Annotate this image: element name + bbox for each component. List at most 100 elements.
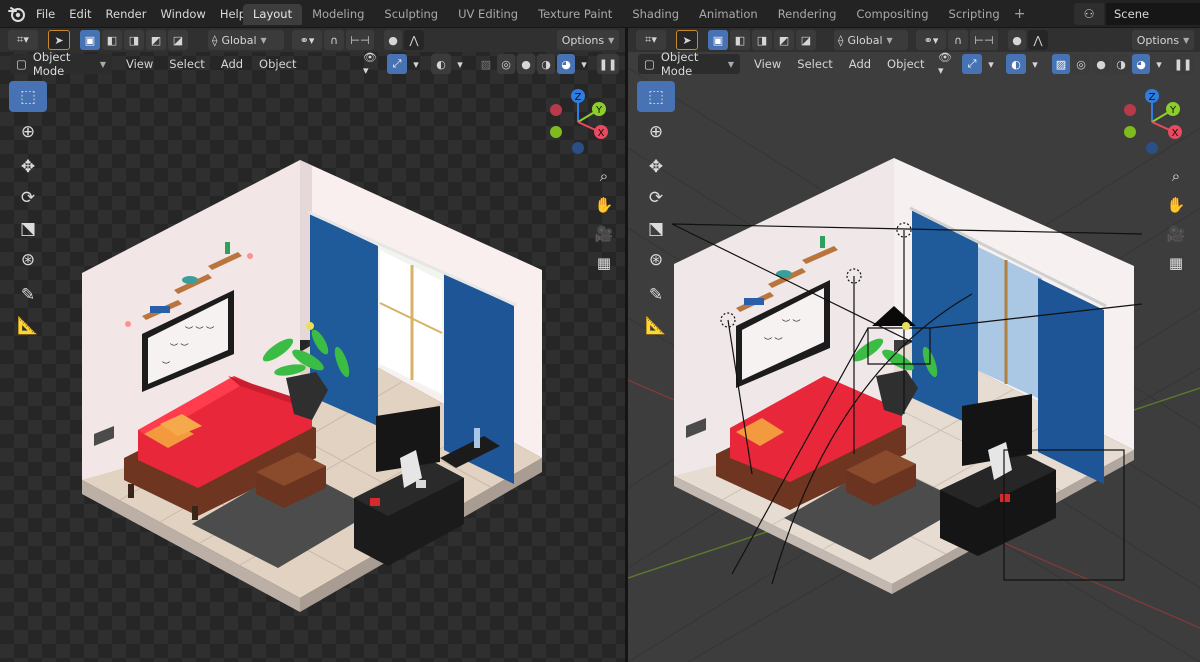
annotate-icon[interactable]: ✎ <box>637 279 675 310</box>
select-box-icon[interactable]: ⬚ <box>9 81 47 112</box>
wireframe-shading-icon[interactable]: ◎ <box>1072 54 1090 74</box>
viewport-solid[interactable]: ⌗▾ ➤ ▣ ◧ ◨ ◩ ◪ ⟠ Global ▼ ⚭▾ ∩ ⊢⊣ ● ⋀ Op… <box>628 28 1200 662</box>
menu-file[interactable]: File <box>34 7 62 21</box>
material-shading-icon[interactable]: ◑ <box>537 54 555 74</box>
hand-icon[interactable]: ✋ <box>1162 190 1190 219</box>
snap-target-icon[interactable]: ⊢⊣ <box>346 30 374 50</box>
tab-layout[interactable]: Layout <box>243 4 303 25</box>
overlays-icon[interactable]: ◐ <box>431 54 451 74</box>
select-tool-icon[interactable]: ➤ <box>48 30 70 50</box>
select-tool-icon[interactable]: ➤ <box>676 30 698 50</box>
camera-icon[interactable]: 🎥 <box>590 219 618 248</box>
select-extend-icon[interactable]: ◧ <box>730 30 750 50</box>
xray-icon[interactable]: ▨ <box>1052 54 1070 74</box>
select-extend-icon[interactable]: ◧ <box>102 30 122 50</box>
mode-dropdown[interactable]: ▢ Object Mode ▼ <box>638 50 740 78</box>
mode-dropdown[interactable]: ▢ Object Mode ▼ <box>10 50 112 78</box>
menu-render[interactable]: Render <box>99 7 154 21</box>
visibility-icon[interactable]: 👁▾ <box>359 51 385 77</box>
tab-shading[interactable]: Shading <box>622 4 689 25</box>
menu-object[interactable]: Object <box>879 57 932 71</box>
menu-view[interactable]: View <box>746 57 789 71</box>
transform-icon[interactable]: ⊛ <box>637 244 675 275</box>
scale-icon[interactable]: ⬔ <box>637 213 675 244</box>
cursor-icon[interactable]: ⊕ <box>9 116 47 147</box>
select-invert-icon[interactable]: ◩ <box>774 30 794 50</box>
zoom-icon[interactable]: ⌕ <box>590 161 618 190</box>
measure-icon[interactable]: 📐 <box>637 310 675 341</box>
wireframe-shading-icon[interactable]: ◎ <box>497 54 515 74</box>
pause-render-icon[interactable]: ❚❚ <box>1172 54 1194 74</box>
scale-icon[interactable]: ⬔ <box>9 213 47 244</box>
pause-render-icon[interactable]: ❚❚ <box>597 54 619 74</box>
proportional-edit-icon[interactable]: ● <box>1008 30 1026 50</box>
select-box-icon[interactable]: ⬚ <box>637 81 675 112</box>
scene-name-field[interactable]: Scene <box>1106 3 1200 25</box>
snap-toggle-icon[interactable]: ∩ <box>948 30 968 50</box>
scene-icon[interactable]: ⚇ <box>1074 3 1104 25</box>
camera-icon[interactable]: 🎥 <box>1162 219 1190 248</box>
visibility-icon[interactable]: 👁▾ <box>934 51 960 77</box>
menu-edit[interactable]: Edit <box>62 7 98 21</box>
transform-orientation-dropdown[interactable]: ⟠ Global ▼ <box>834 30 908 50</box>
rendered-shading-icon[interactable]: ◕ <box>1132 54 1150 74</box>
transform-icon[interactable]: ⊛ <box>9 244 47 275</box>
tab-uv-editing[interactable]: UV Editing <box>448 4 528 25</box>
falloff-icon[interactable]: ⋀ <box>1028 30 1048 50</box>
menu-object[interactable]: Object <box>251 57 304 71</box>
options-dropdown[interactable]: Options ▼ <box>557 30 619 50</box>
gizmo-toggle-icon[interactable]: ⤢ <box>962 54 982 74</box>
tab-animation[interactable]: Animation <box>689 4 768 25</box>
pivot-point-icon[interactable]: ⚭▾ <box>916 30 946 50</box>
chevron-down-icon[interactable]: ▾ <box>453 54 467 74</box>
navigation-gizmo[interactable]: Z Y X <box>544 86 614 158</box>
snap-target-icon[interactable]: ⊢⊣ <box>970 30 998 50</box>
grid-icon[interactable]: ▦ <box>590 248 618 277</box>
solid-shading-icon[interactable]: ● <box>1092 54 1110 74</box>
falloff-icon[interactable]: ⋀ <box>404 30 424 50</box>
transform-orientation-dropdown[interactable]: ⟠ Global ▼ <box>208 30 284 50</box>
hand-icon[interactable]: ✋ <box>590 190 618 219</box>
tab-scripting[interactable]: Scripting <box>939 4 1010 25</box>
menu-select[interactable]: Select <box>161 57 212 71</box>
tab-rendering[interactable]: Rendering <box>768 4 847 25</box>
chevron-down-icon[interactable]: ▾ <box>1152 54 1166 74</box>
rotate-icon[interactable]: ⟳ <box>9 182 47 213</box>
xray-icon[interactable]: ▨ <box>477 54 495 74</box>
viewport-rendered[interactable]: ⌗▾ ➤ ▣ ◧ ◨ ◩ ◪ ⟠ Global ▼ ⚭▾ ∩ ⊢⊣ ● ⋀ Op… <box>0 28 625 662</box>
rendered-shading-icon[interactable]: ◕ <box>557 54 575 74</box>
pivot-point-icon[interactable]: ⚭▾ <box>292 30 322 50</box>
editor-type-button[interactable]: ⌗▾ <box>636 30 666 50</box>
overlays-icon[interactable]: ◐ <box>1006 54 1026 74</box>
menu-select[interactable]: Select <box>789 57 840 71</box>
chevron-down-icon[interactable]: ▾ <box>984 54 998 74</box>
chevron-down-icon[interactable]: ▾ <box>577 54 591 74</box>
select-new-icon[interactable]: ▣ <box>708 30 728 50</box>
move-icon[interactable]: ✥ <box>637 151 675 182</box>
snap-toggle-icon[interactable]: ∩ <box>324 30 344 50</box>
chevron-down-icon[interactable]: ▾ <box>409 54 423 74</box>
annotate-icon[interactable]: ✎ <box>9 279 47 310</box>
select-intersect-icon[interactable]: ◪ <box>168 30 188 50</box>
proportional-edit-icon[interactable]: ● <box>384 30 402 50</box>
tab-texture-paint[interactable]: Texture Paint <box>528 4 622 25</box>
move-icon[interactable]: ✥ <box>9 151 47 182</box>
tab-compositing[interactable]: Compositing <box>846 4 938 25</box>
grid-icon[interactable]: ▦ <box>1162 248 1190 277</box>
options-dropdown[interactable]: Options ▼ <box>1132 30 1194 50</box>
menu-view[interactable]: View <box>118 57 161 71</box>
menu-window[interactable]: Window <box>153 7 212 21</box>
tab-modeling[interactable]: Modeling <box>302 4 374 25</box>
measure-icon[interactable]: 📐 <box>9 310 47 341</box>
select-subtract-icon[interactable]: ◨ <box>752 30 772 50</box>
solid-shading-icon[interactable]: ● <box>517 54 535 74</box>
blender-logo-icon[interactable] <box>8 5 26 23</box>
editor-type-button[interactable]: ⌗▾ <box>8 30 38 50</box>
add-workspace-button[interactable]: + <box>1010 4 1030 25</box>
select-intersect-icon[interactable]: ◪ <box>796 30 816 50</box>
navigation-gizmo[interactable]: Z Y X <box>1118 86 1188 158</box>
chevron-down-icon[interactable]: ▾ <box>1028 54 1042 74</box>
scene-selector[interactable]: ⚇ Scene <box>1074 3 1200 25</box>
select-invert-icon[interactable]: ◩ <box>146 30 166 50</box>
select-subtract-icon[interactable]: ◨ <box>124 30 144 50</box>
